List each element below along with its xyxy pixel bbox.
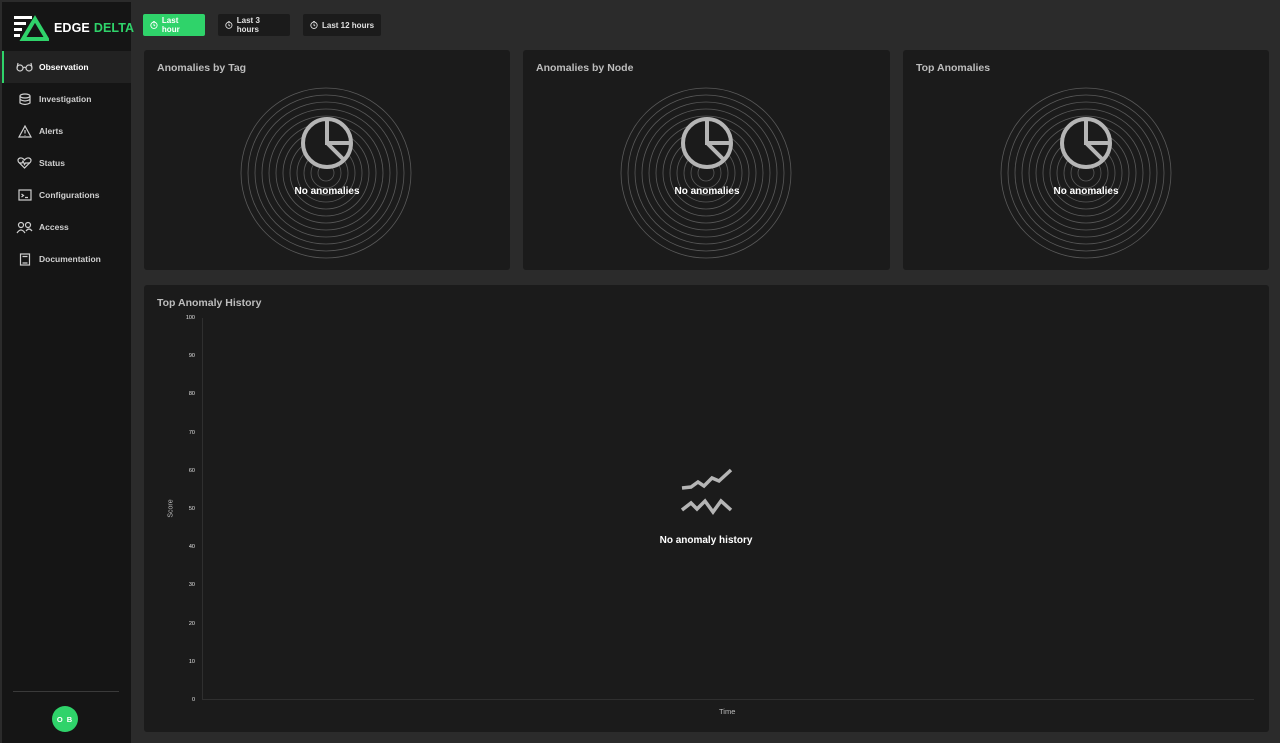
concentric-rings-decoration bbox=[620, 87, 792, 259]
concentric-rings-decoration bbox=[1000, 87, 1172, 259]
sidebar-item-label: Investigation bbox=[39, 94, 92, 104]
sidebar-item-observation[interactable]: Observation bbox=[2, 51, 131, 83]
terminal-icon bbox=[16, 188, 33, 202]
anomalies-by-node-panel: Anomalies by Node No anomalies bbox=[523, 50, 890, 270]
sidebar-item-access[interactable]: Access bbox=[2, 211, 131, 243]
y-tick-label: 60 bbox=[188, 467, 195, 474]
sidebar-item-investigation[interactable]: Investigation bbox=[2, 83, 131, 115]
anomalies-by-tag-panel: Anomalies by Tag No anomalies bbox=[144, 50, 510, 270]
y-axis-label: Score bbox=[167, 499, 175, 518]
empty-state-label: No anomalies bbox=[674, 186, 740, 197]
concentric-rings-decoration bbox=[240, 87, 412, 259]
user-avatar[interactable]: O B bbox=[52, 706, 78, 732]
sidebar-item-label: Access bbox=[39, 222, 69, 232]
book-icon bbox=[16, 252, 33, 266]
x-axis-label: Time bbox=[719, 707, 736, 716]
y-tick-label: 50 bbox=[188, 506, 195, 512]
sidebar-item-label: Observation bbox=[39, 62, 89, 72]
time-range-label: Last 12 hours bbox=[322, 20, 375, 30]
time-range-last-hour-button[interactable]: Last hour bbox=[143, 14, 205, 36]
panel-title: Top Anomaly History bbox=[157, 297, 262, 309]
y-tick-label: 20 bbox=[188, 620, 195, 627]
edge-delta-logo-icon bbox=[14, 15, 49, 41]
y-tick-label: 10 bbox=[188, 658, 195, 665]
glasses-icon bbox=[16, 60, 33, 74]
time-range-label: Last hour bbox=[161, 16, 180, 34]
y-tick-label: 90 bbox=[188, 353, 195, 360]
pie-chart-icon bbox=[681, 117, 733, 169]
panel-title: Anomalies by Node bbox=[536, 62, 634, 74]
empty-state-label: No anomalies bbox=[1053, 186, 1119, 197]
empty-state-label: No anomaly history bbox=[659, 535, 753, 546]
sidebar-item-label: Alerts bbox=[39, 126, 64, 136]
time-range-last-3-hours-button[interactable]: Last 3 hours bbox=[218, 14, 290, 36]
brand-word-delta: DELTA bbox=[93, 21, 135, 35]
sidebar-item-label: Configurations bbox=[39, 190, 100, 200]
pie-chart-icon bbox=[301, 117, 353, 169]
sidebar-item-label: Status bbox=[39, 158, 65, 168]
heartbeat-icon bbox=[16, 156, 33, 170]
brand-logo[interactable]: EDGE DELTA bbox=[13, 15, 134, 41]
y-tick-label: 70 bbox=[188, 429, 195, 436]
y-tick-label: 40 bbox=[188, 544, 195, 551]
panel-title: Top Anomalies bbox=[916, 62, 991, 74]
y-axis-line bbox=[202, 318, 203, 700]
y-tick-label: 80 bbox=[188, 391, 195, 398]
trend-lines-icon bbox=[681, 468, 733, 515]
clock-icon bbox=[150, 21, 158, 29]
sidebar-item-documentation[interactable]: Documentation bbox=[2, 243, 131, 275]
x-axis-line bbox=[202, 699, 1254, 700]
time-range-last-12-hours-button[interactable]: Last 12 hours bbox=[303, 14, 381, 36]
warning-icon bbox=[16, 124, 33, 138]
sidebar-item-alerts[interactable]: Alerts bbox=[2, 115, 131, 147]
sidebar: EDGE DELTA Observation Investigation Ale… bbox=[2, 2, 134, 743]
y-tick-label: 100 bbox=[185, 315, 195, 321]
brand-word-edge: EDGE bbox=[54, 21, 90, 35]
y-tick-label: 30 bbox=[188, 582, 195, 589]
sidebar-item-status[interactable]: Status bbox=[2, 147, 131, 179]
top-anomalies-panel: Top Anomalies No anomalies bbox=[903, 50, 1269, 270]
y-tick-label: 0 bbox=[191, 697, 195, 703]
clock-icon bbox=[310, 21, 318, 29]
stack-icon bbox=[16, 92, 33, 106]
users-icon bbox=[16, 220, 33, 234]
panel-title: Anomalies by Tag bbox=[157, 62, 247, 74]
time-range-label: Last 3 hours bbox=[236, 16, 260, 34]
top-anomaly-history-panel: Top Anomaly History 100 90 80 70 60 50 40 30 20 1… bbox=[144, 285, 1269, 732]
clock-icon bbox=[225, 21, 233, 29]
pie-chart-icon bbox=[1060, 117, 1112, 169]
empty-state-label: No anomalies bbox=[294, 186, 360, 197]
sidebar-item-label: Documentation bbox=[39, 254, 101, 264]
sidebar-nav: Observation Investigation Alerts Status … bbox=[2, 51, 131, 275]
sidebar-item-configurations[interactable]: Configurations bbox=[2, 179, 131, 211]
sidebar-divider bbox=[13, 691, 119, 692]
